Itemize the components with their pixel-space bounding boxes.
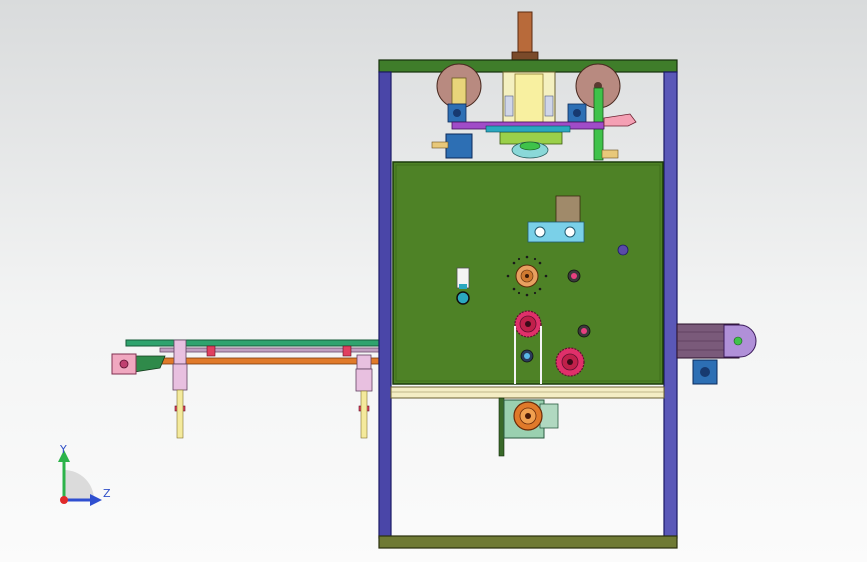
left-upper-motor-shaft — [431, 141, 449, 149]
right-bearing-hole — [573, 109, 581, 117]
indicator-light — [617, 244, 629, 256]
conveyor-drive-bracket — [133, 355, 166, 373]
left-bearing-hole — [453, 109, 461, 117]
left-upper-motor — [445, 133, 473, 159]
conveyor-top-belt — [125, 339, 381, 347]
center-cross-bar — [485, 125, 571, 133]
right-post — [663, 71, 678, 539]
right-motor-gearbox-hole — [700, 367, 710, 377]
left-small-bracket-tab — [459, 284, 467, 289]
sensor-bracket — [555, 195, 581, 223]
upper-mechanism — [431, 63, 637, 161]
lower-motor-pulley-hub — [525, 413, 531, 419]
center-head-piston-right — [544, 95, 554, 117]
lower-motor-mount — [498, 397, 505, 457]
red-drive-gear-upper — [514, 310, 542, 338]
left-post — [378, 71, 392, 539]
main-panel — [392, 161, 664, 385]
red-drive-gear-lower — [555, 347, 585, 377]
conveyor-end-motor-hub — [119, 359, 129, 369]
axis-triad: Y Z — [58, 443, 111, 506]
small-gear-upper-right — [567, 269, 581, 283]
center-head-piston-left — [504, 95, 514, 117]
y-axis-label: Y — [59, 443, 67, 456]
z-axis-arrowhead — [90, 494, 102, 506]
right-motor-shaft — [733, 336, 743, 346]
axis-origin-dot — [60, 496, 68, 504]
center-gear-hub-top — [519, 141, 541, 151]
top-shaft-collar — [511, 51, 539, 61]
conveyor-leg-left-rod — [176, 389, 184, 439]
conveyor-slider-block-right — [342, 345, 352, 357]
left-conveyor-assembly — [111, 339, 381, 439]
right-motor-assembly — [676, 323, 757, 385]
small-gear-lower-left — [520, 349, 534, 363]
conveyor-slider-block-left — [206, 345, 216, 357]
top-beam — [378, 59, 678, 73]
conveyor-leg-left-top — [173, 339, 187, 365]
lower-motor-assembly — [498, 397, 559, 457]
right-lower-clamp — [601, 149, 619, 159]
mid-cross-beam — [390, 386, 665, 399]
axis-origin-quarter — [64, 470, 94, 500]
lower-motor-flange — [539, 403, 559, 429]
cad-viewport[interactable]: Y Z — [0, 0, 867, 562]
center-head-inner — [514, 73, 544, 123]
z-axis-label: Z — [103, 487, 111, 500]
sensor-hole-right — [564, 226, 576, 238]
conveyor-leg-right-rod — [360, 390, 368, 439]
bottom-beam — [378, 535, 678, 549]
top-shaft — [517, 11, 533, 59]
small-gear-middle-right — [577, 324, 591, 338]
conveyor-leg-right-top — [356, 354, 372, 370]
conveyor-leg-left-mid — [172, 363, 188, 391]
left-reel-arm — [451, 77, 467, 105]
right-lever-handle — [603, 113, 637, 127]
conveyor-leg-right-mid — [355, 368, 373, 392]
left-small-ring — [456, 291, 470, 305]
sensor-hole-left — [534, 226, 546, 238]
